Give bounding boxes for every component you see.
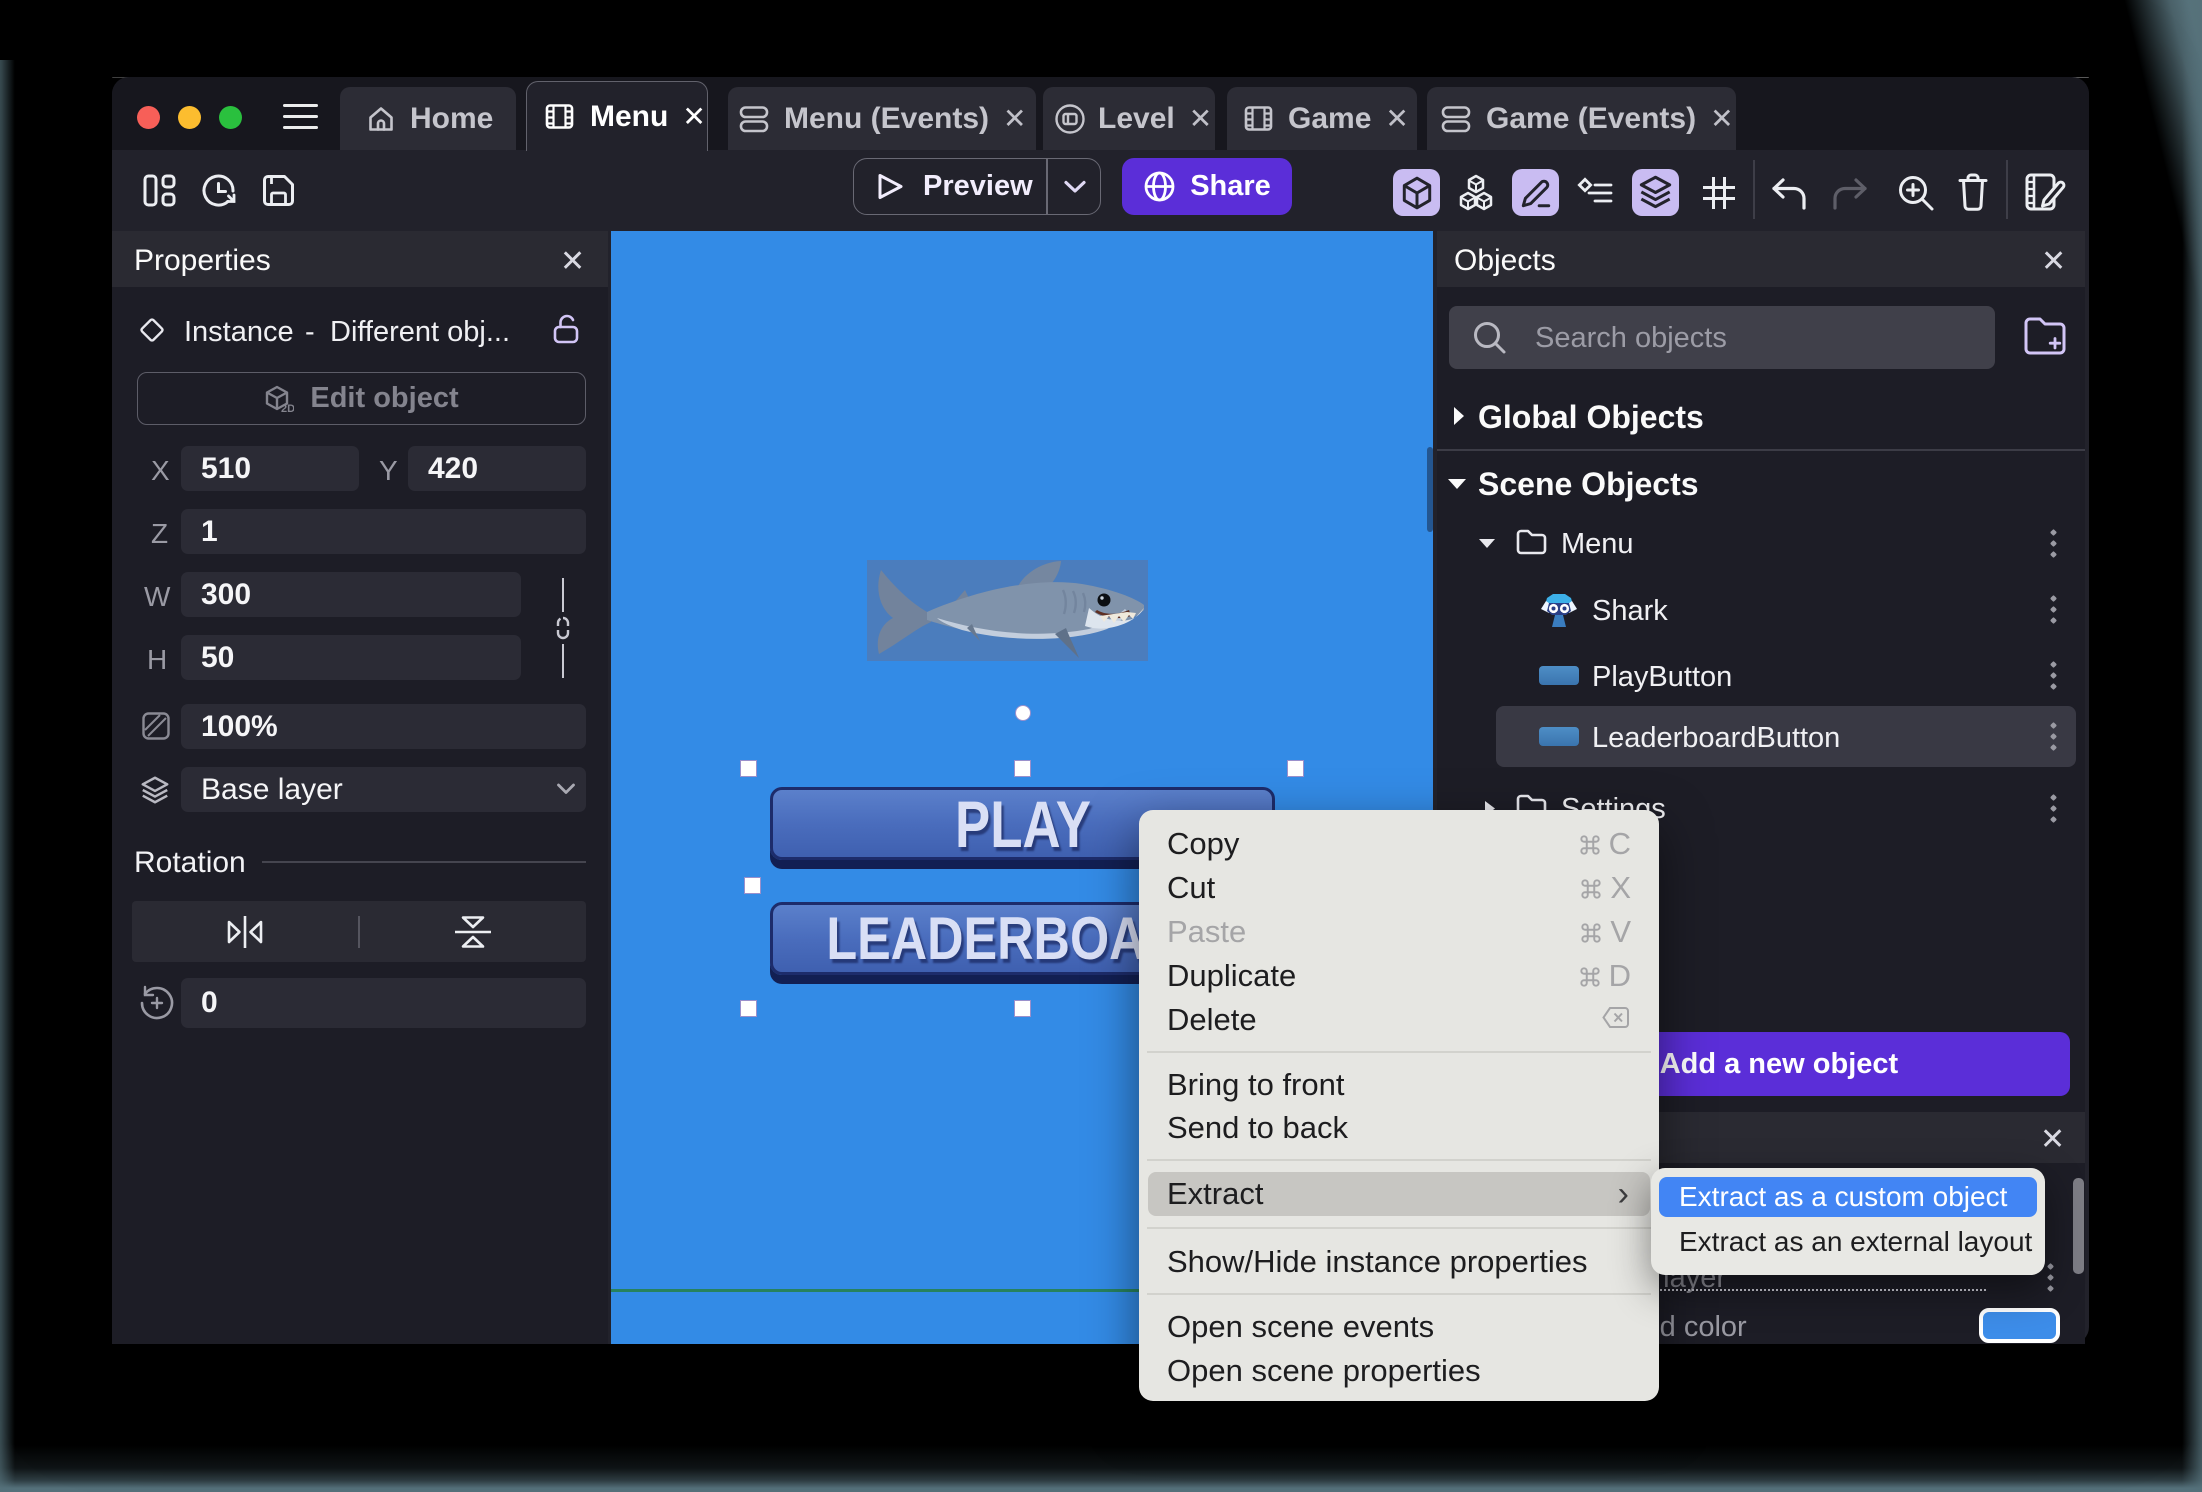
svg-text:2D: 2D	[281, 403, 294, 414]
